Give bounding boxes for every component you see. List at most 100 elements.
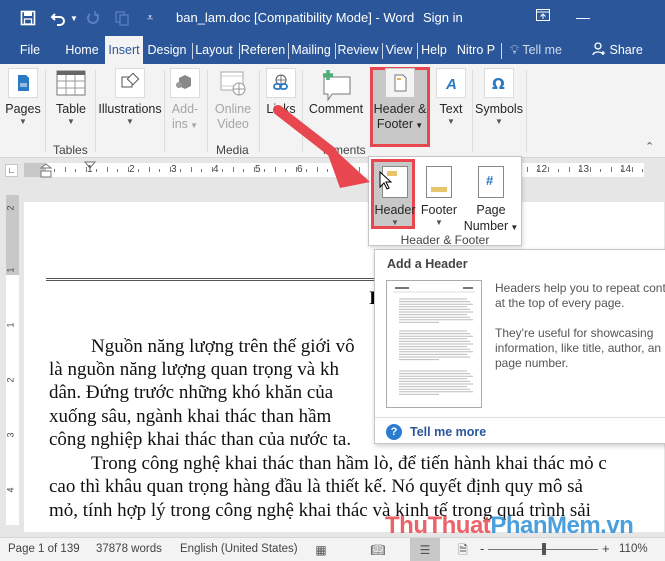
tab-file[interactable]: File (14, 36, 46, 64)
ruler-number: 1 (5, 267, 16, 273)
paste-button[interactable] (115, 8, 129, 28)
tab-home[interactable]: Home (62, 36, 102, 64)
print-layout-icon: ☰ (419, 543, 431, 557)
sign-in-link[interactable]: Sign in (423, 10, 463, 25)
ruler-number: 2 (5, 205, 16, 211)
table-caret-icon: ▼ (67, 117, 75, 126)
ruler-tick (317, 167, 318, 172)
tab-help[interactable]: Help (417, 36, 450, 64)
pages-button[interactable]: Pages ▼ (5, 68, 41, 127)
ruler-tick (569, 167, 570, 172)
read-mode-button[interactable]: 📖︎ (363, 538, 393, 561)
ruler-tick (107, 167, 108, 172)
add-ins-label-1: Add- (171, 102, 199, 116)
add-ins-button[interactable]: Add- ins ▼ (168, 68, 202, 133)
text-label: Text (439, 102, 463, 116)
online-video-button[interactable]: Online Video (211, 68, 255, 132)
tell-me-search[interactable]: 💡︎ Tell me (510, 36, 562, 64)
window-title: ban_lam.doc [Compatibility Mode] - Word (176, 10, 415, 25)
group-separator (526, 70, 527, 152)
group-separator (259, 70, 260, 152)
ribbon-display-options-button[interactable] (528, 6, 558, 28)
web-layout-button[interactable]: 🗎︎ (448, 538, 478, 561)
collapse-ribbon-icon[interactable]: ⌃ (645, 140, 654, 153)
ruler-tick (275, 167, 276, 172)
paste-icon (115, 11, 129, 26)
zoom-out-button[interactable]: - (480, 541, 484, 556)
ruler-tick (149, 167, 150, 172)
tell-me-label: Tell me (522, 43, 562, 57)
tab-view[interactable]: View (382, 36, 415, 64)
undo-dropdown-icon[interactable]: ▼ (70, 14, 78, 23)
paragraph-line: xuống sâu, ngành khai thác than hầm (49, 406, 332, 427)
minimize-button[interactable]: — (568, 6, 598, 28)
footer-caret-icon: ▼ (435, 218, 443, 227)
horizontal-ruler[interactable]: 1 2 3 4 5 6 12 13 14 (24, 161, 644, 178)
links-icon (266, 68, 296, 98)
table-button[interactable]: Table ▼ (52, 68, 90, 127)
thumb-header-text (463, 287, 473, 289)
tab-nitro-pro[interactable]: Nitro P (453, 36, 499, 64)
left-indent-marker[interactable] (40, 163, 52, 185)
group-separator (207, 70, 208, 152)
zoom-in-button[interactable]: + (602, 541, 610, 556)
ruler-tick (243, 169, 244, 172)
watermark-part2: PhanMem.vn (490, 512, 634, 539)
page-number-button[interactable]: # Page Number ▼ (463, 166, 519, 236)
ruler-tick (222, 169, 223, 172)
group-separator (95, 70, 96, 152)
ruler-tick (611, 167, 612, 172)
language-indicator[interactable]: English (United States) (180, 543, 298, 555)
ruler-tick (642, 169, 643, 172)
ruler-tick (138, 169, 139, 172)
add-ins-icon (170, 68, 200, 98)
ruler-number: 6 (297, 164, 303, 175)
paragraph-line: là nguồn năng lượng quan trọng và kh (49, 359, 339, 380)
lightbulb-icon: 💡︎ (510, 42, 520, 57)
tab-insert[interactable]: Insert (105, 36, 143, 64)
ribbon-display-icon (536, 9, 550, 21)
ruler-tick (548, 167, 549, 172)
group-label-header-footer: Header & Footer (400, 233, 490, 247)
ruler-tick (191, 167, 192, 172)
text-button[interactable]: A Text ▼ (435, 68, 467, 127)
save-button[interactable] (20, 8, 36, 28)
vertical-ruler[interactable]: 2 1 1 2 3 4 (6, 195, 19, 525)
header-label: Header (374, 203, 416, 217)
ruler-tick (590, 167, 591, 172)
tooltip-text-line: They're useful for showcasing (495, 326, 654, 340)
header-footer-label-1: Header & (373, 102, 427, 116)
zoom-level[interactable]: 110% (619, 543, 648, 555)
illustrations-button[interactable]: Illustrations ▼ (98, 68, 162, 127)
undo-button[interactable]: ▼ (50, 8, 78, 28)
tab-review[interactable]: Review (335, 36, 380, 64)
tab-separator (501, 36, 503, 64)
ruler-tick (75, 169, 76, 172)
page-count[interactable]: Page 1 of 139 (8, 543, 80, 555)
comment-button[interactable]: Comment (306, 68, 366, 117)
help-question-icon: ? (386, 424, 402, 440)
footer-button[interactable]: Footer ▼ (419, 166, 459, 227)
tab-mailings[interactable]: Mailing (288, 36, 333, 64)
macro-recording-button[interactable]: ▦ (306, 538, 336, 561)
tab-layout[interactable]: Layout (192, 36, 235, 64)
ruler-tick (233, 167, 234, 172)
print-layout-button[interactable]: ☰ (410, 538, 440, 561)
tell-me-more-link[interactable]: Tell me more (410, 425, 486, 439)
ruler-tick (306, 169, 307, 172)
ruler-tick (86, 167, 87, 172)
tab-selector[interactable]: ∟ (5, 164, 18, 177)
zoom-slider-thumb[interactable] (542, 543, 547, 555)
share-button[interactable]: Share (592, 36, 643, 64)
new-comment-icon (318, 68, 354, 104)
header-footer-button[interactable]: Header & Footer ▼ (372, 68, 428, 133)
redo-button[interactable] (86, 8, 100, 28)
customize-qat-button[interactable]: ⩡ (147, 8, 153, 28)
word-count[interactable]: 37878 words (96, 543, 162, 555)
tab-design[interactable]: Design (146, 36, 188, 64)
links-button[interactable]: Links (263, 68, 299, 117)
tab-references[interactable]: Referen (239, 36, 286, 64)
symbols-button[interactable]: Ω Symbols ▼ (475, 68, 523, 127)
read-mode-icon: 📖︎ (370, 543, 386, 557)
page-number-icon: # (478, 166, 504, 198)
